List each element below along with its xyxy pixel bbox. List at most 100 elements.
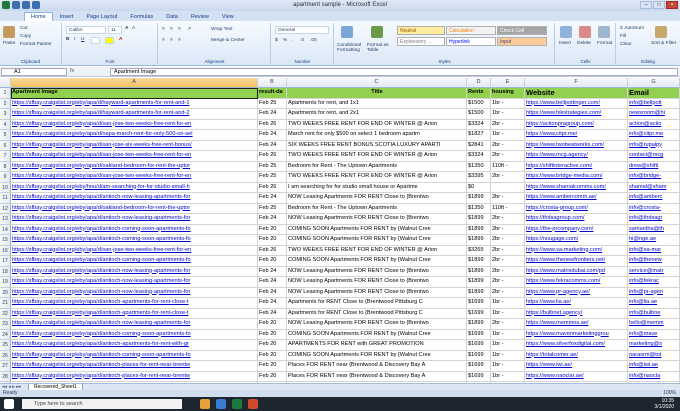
align-middle-icon[interactable]: ≡ [170,27,173,32]
table-cell[interactable]: Feb 24 [258,308,287,319]
row-header[interactable]: 21 [0,298,11,309]
table-cell[interactable]: Feb 24 [258,140,287,151]
table-cell[interactable]: NOW Leasing Apartments FOR RENT Close to… [287,319,467,330]
name-box[interactable]: A1 [1,68,67,76]
table-cell[interactable]: https://sfbay.craigslist.org/eby/apa/d/a… [11,340,258,351]
table-cell[interactable]: https://thdsagroup.com/ [525,214,628,225]
italic-icon[interactable]: I [74,37,75,42]
column-header-g[interactable]: G [628,78,680,88]
comma-icon[interactable]: , [292,38,293,43]
table-cell[interactable]: https://sfbay.craigslist.org/eby/apa/d/a… [11,298,258,309]
table-cell[interactable]: https://sfbay.craigslist.org/eby/apa/d/n… [11,130,258,141]
percent-icon[interactable]: % [283,38,287,43]
table-cell[interactable]: https://sfbay.craigslist.org/eby/apa/d/a… [11,256,258,267]
table-cell[interactable]: https://sfbay.craigslist.org/eby/apa/d/h… [11,98,258,109]
row-header[interactable]: 23 [0,319,11,330]
format-button[interactable]: Format [597,41,612,46]
table-cell[interactable]: 1br - [491,109,525,120]
table-cell[interactable]: https://www.sa-marketing.com/ [525,245,628,256]
table-cell[interactable]: info@pr-agen [628,287,680,298]
header-cell[interactable]: Rents [467,88,491,99]
table-cell[interactable]: https://sfbay.craigslist.org/eby/apa/d/a… [11,308,258,319]
table-cell[interactable]: https://sfbay.craigslist.org/eby/apa/d/a… [11,277,258,288]
align-top-icon[interactable]: ≡ [162,27,165,32]
table-cell[interactable]: $1899 [467,319,491,330]
close-button[interactable]: × [666,1,678,9]
table-cell[interactable]: Feb 20 [258,350,287,361]
row-header[interactable]: 13 [0,214,11,225]
table-cell[interactable]: TWO WEEKS FREE RENT FOR END OF WINTER @ … [287,245,467,256]
style-neutral[interactable]: Neutral [397,26,445,35]
tab-insert[interactable]: Insert [54,13,80,21]
row-header[interactable]: 20 [0,287,11,298]
table-cell[interactable]: Feb 20 [258,235,287,246]
table-cell[interactable]: https://crosta-group.com/ [525,203,628,214]
zoom-level[interactable]: 100% [663,390,676,397]
table-cell[interactable]: info@rupalpy [628,140,680,151]
format-cells-icon[interactable] [598,26,610,38]
select-all-corner[interactable] [0,78,11,88]
paste-button[interactable]: Paste [3,41,15,46]
table-cell[interactable]: 2br - [491,140,525,151]
table-cell[interactable]: 1br - [491,298,525,309]
row-header[interactable]: 17 [0,256,11,267]
table-cell[interactable]: Apartments for rent, and 1x1 [287,98,467,109]
table-cell[interactable]: newsroom@hi [628,109,680,120]
row-header[interactable]: 18 [0,266,11,277]
table-cell[interactable]: https://sfbay.craigslist.org/eby/apa/d/a… [11,193,258,204]
table-cell[interactable]: SIX WEEKS FREE RENT BONUS SCOTIA LUXURY … [287,140,467,151]
header-cell[interactable]: housing [491,88,525,99]
format-painter-button[interactable]: Format Painter [20,42,52,47]
table-cell[interactable]: Feb 25 [258,172,287,183]
table-cell[interactable]: 2br - [491,151,525,162]
table-cell[interactable]: Feb 25 [258,161,287,172]
table-cell[interactable]: info@thenew [628,256,680,267]
table-cell[interactable]: 1br - [491,130,525,141]
minimize-button[interactable]: – [640,1,652,9]
row-header[interactable]: 2 [0,98,11,109]
table-cell[interactable] [491,182,525,193]
delete-button[interactable]: Delete [577,41,591,46]
table-cell[interactable]: $1899 [467,287,491,298]
table-cell[interactable]: https://totalcomer.ae/ [525,350,628,361]
table-cell[interactable]: https://www.hikstrategies.com/ [525,109,628,120]
row-header[interactable]: 25 [0,340,11,351]
autosum-button[interactable]: Σ AutoSum [620,26,644,31]
table-cell[interactable]: info@bellpott [628,98,680,109]
table-cell[interactable]: $1699 [467,308,491,319]
row-header[interactable]: 14 [0,224,11,235]
table-cell[interactable]: https://www.ambercomm.ae/ [525,193,628,204]
table-cell[interactable]: Feb 26 [258,182,287,193]
row-header[interactable]: 9 [0,172,11,183]
table-cell[interactable]: https://sfbay.craigslist.org/eby/apa/d/s… [11,119,258,130]
table-cell[interactable]: 2br - [491,319,525,330]
align-left-icon[interactable]: ≡ [162,38,165,43]
table-cell[interactable]: $1699 [467,361,491,372]
table-cell[interactable]: https://www.naoclar.ae/ [525,371,628,382]
table-cell[interactable]: $1899 [467,235,491,246]
header-cell[interactable]: Apartment Image [11,88,258,99]
table-cell[interactable]: 2br - [491,277,525,288]
table-cell[interactable]: info@amberc [628,193,680,204]
table-cell[interactable]: Feb 25 [258,98,287,109]
row-header[interactable]: 8 [0,161,11,172]
table-cell[interactable]: 110ft - [491,203,525,214]
underline-icon[interactable]: U [81,37,84,42]
borders-icon[interactable] [91,37,100,44]
delete-cells-icon[interactable] [579,26,591,38]
table-cell[interactable]: 2br - [491,119,525,130]
currency-icon[interactable]: $ [275,38,278,43]
table-cell[interactable]: https://sfbay.craigslist.org/eby/apa/d/a… [11,214,258,225]
table-cell[interactable]: info@bridge- [628,172,680,183]
table-cell[interactable]: https://actionpragroup.com/ [525,119,628,130]
cut-button[interactable]: Cut [20,26,27,31]
table-cell[interactable]: Places FOR RENT near {Brentwood & Discov… [287,361,467,372]
header-cell[interactable]: Title [287,88,467,99]
row-header[interactable]: 12 [0,203,11,214]
bold-icon[interactable]: B [66,37,69,42]
tab-formulas[interactable]: Formulas [124,13,159,21]
tab-data[interactable]: Data [160,13,184,21]
column-header-a[interactable]: A [11,78,258,88]
orientation-icon[interactable]: ↗ [187,27,191,32]
sort-filter-button[interactable]: Sort & Filter [651,41,677,46]
